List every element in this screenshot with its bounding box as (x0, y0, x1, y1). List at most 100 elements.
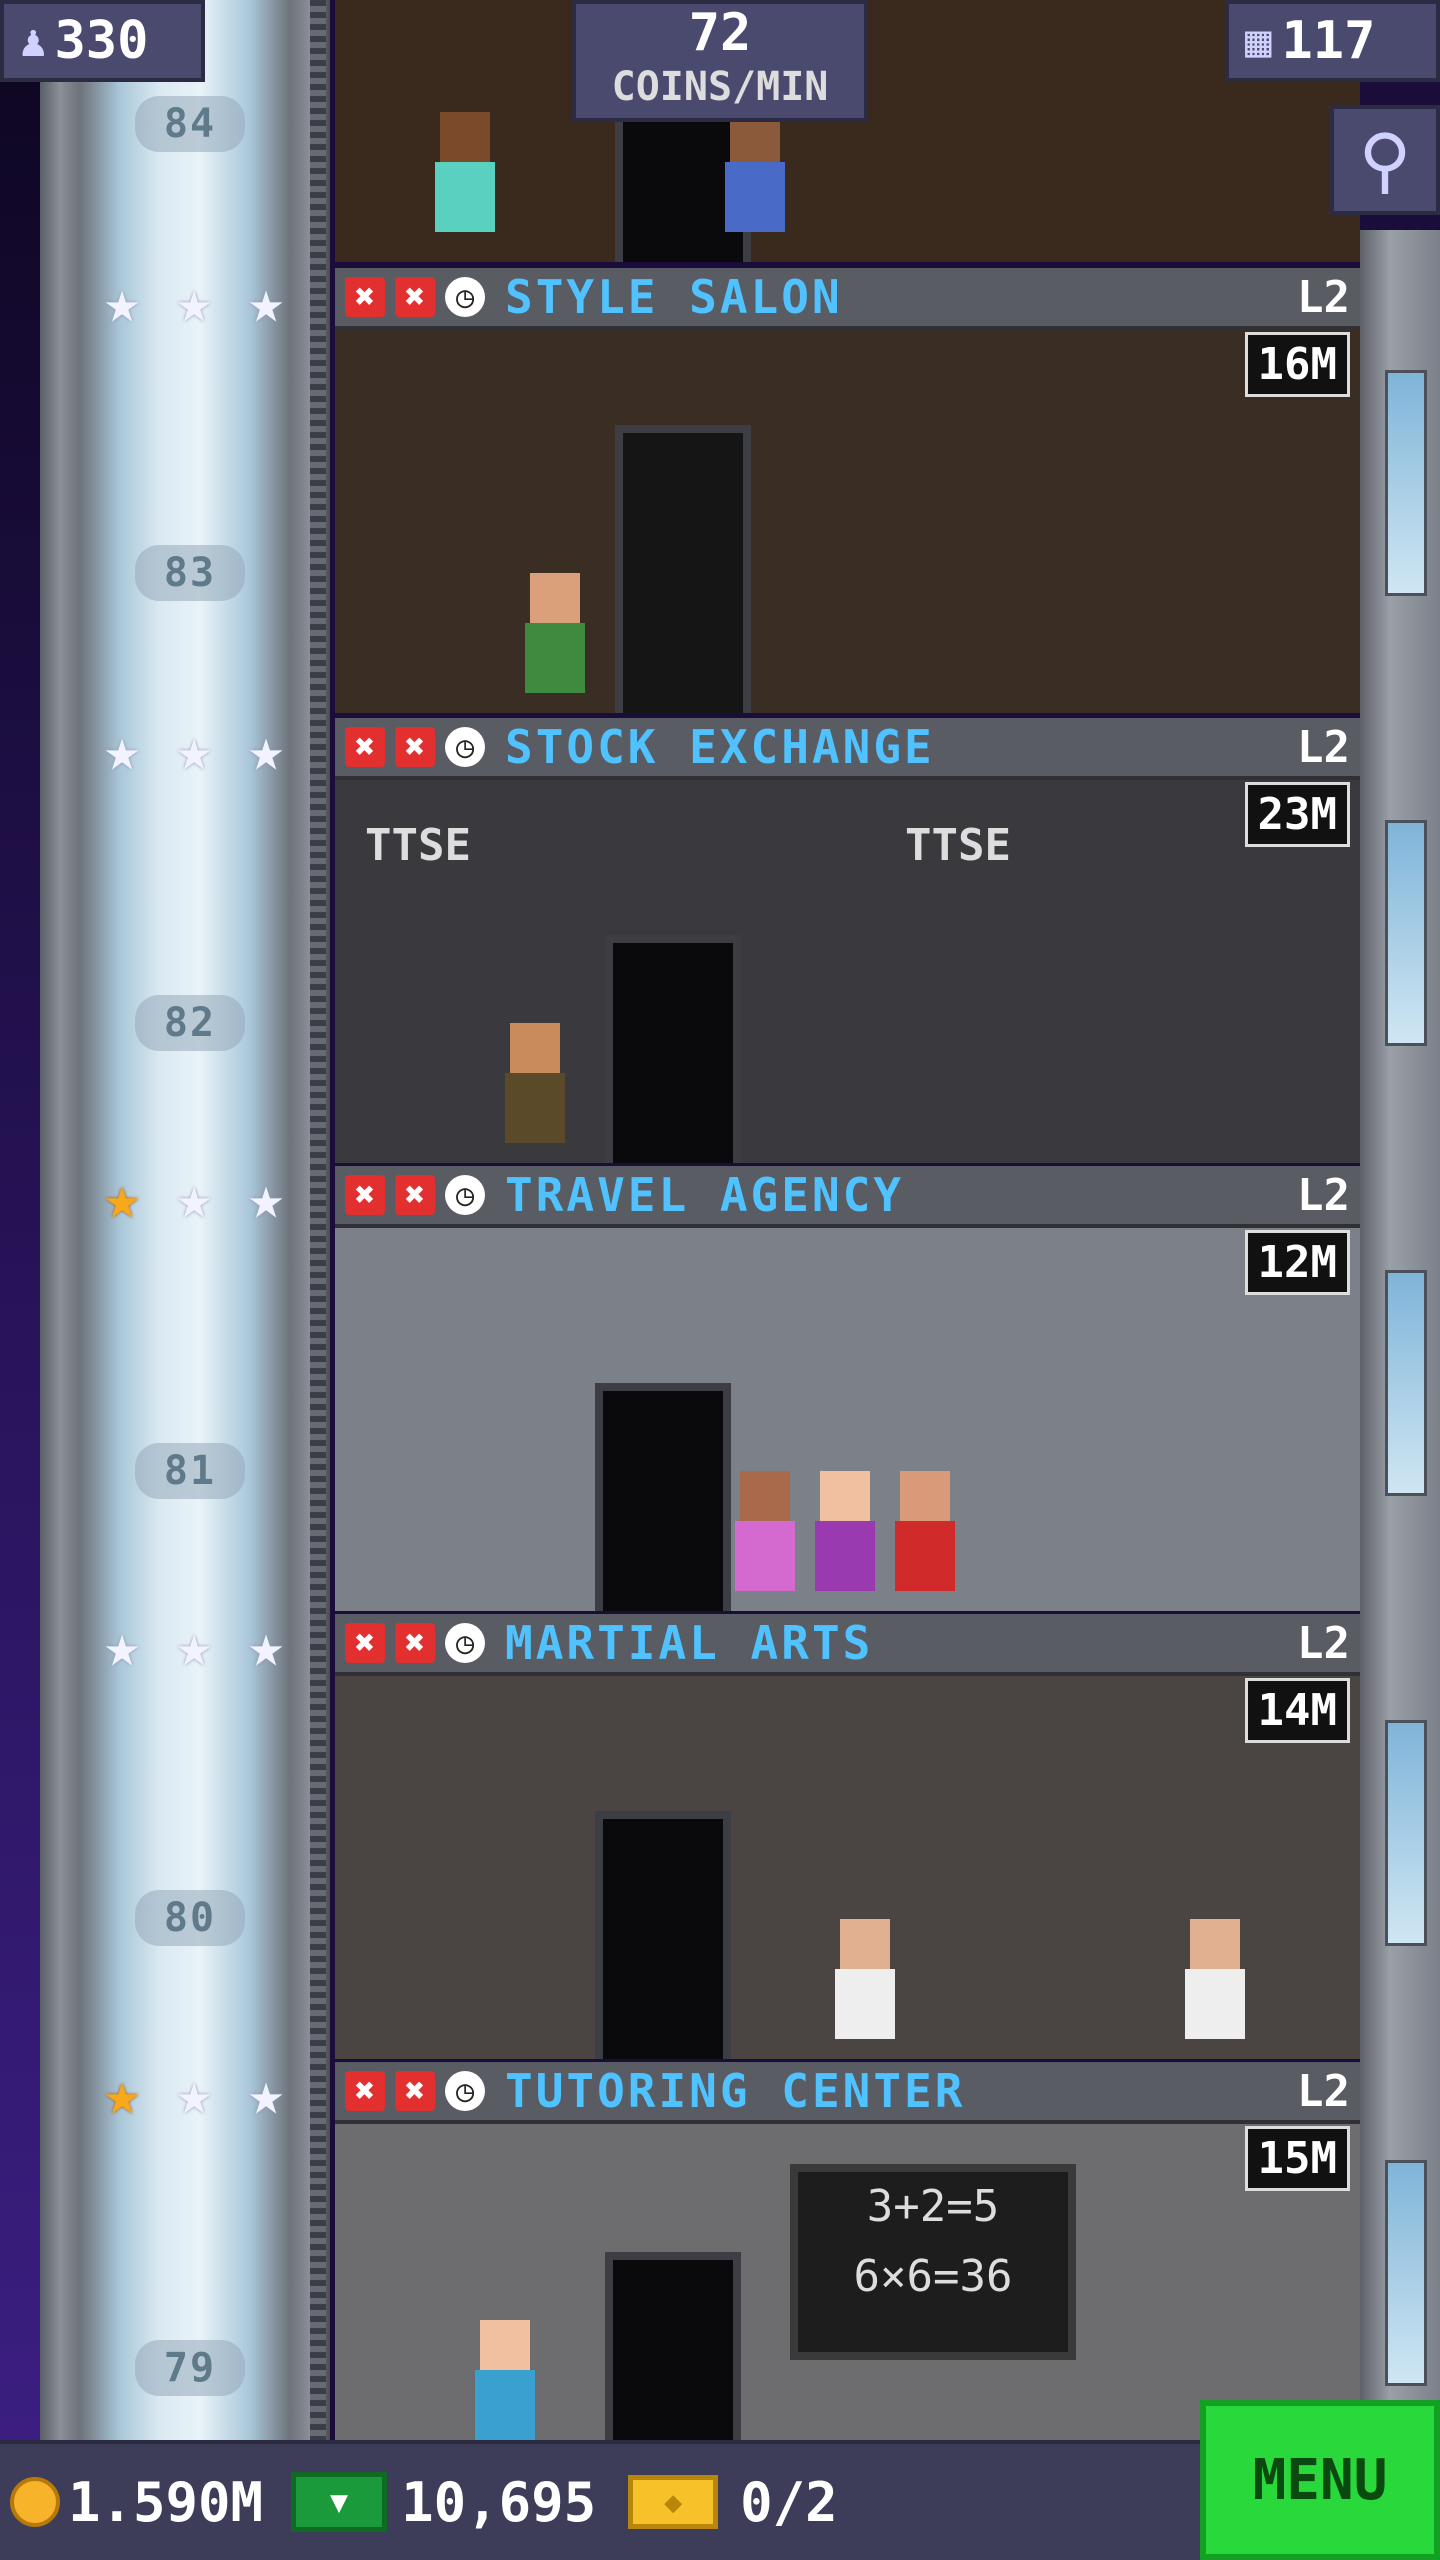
room-name: STOCK EXCHANGE (505, 720, 935, 774)
star-icon: ★ (247, 715, 285, 785)
close-icon: ✖ (395, 1623, 435, 1663)
star-icon: ★ (103, 267, 141, 337)
resident[interactable] (435, 112, 495, 232)
coin-rate-unit: COINS/MIN (611, 64, 829, 110)
sign: TTSE (365, 820, 471, 871)
room-martial-arts[interactable]: ✖ ✖ ◷ MARTIAL ARTS L2 14M (335, 1614, 1360, 2059)
close-icon: ✖ (345, 277, 385, 317)
star-icon: ★ (247, 1163, 285, 1233)
population-counter[interactable]: ♟ 330 (0, 0, 205, 82)
door (605, 935, 741, 1163)
star-icon: ★ (103, 2059, 141, 2129)
window (1385, 1720, 1427, 1946)
coin-icon (10, 2477, 60, 2527)
star-rating-style-salon: ★ ★ ★ (92, 272, 296, 332)
board-line: 6×6=36 (853, 2251, 1013, 2302)
floor-number-82: 82 (135, 995, 245, 1051)
worker[interactable] (1185, 1919, 1245, 2039)
star-icon: ★ (175, 1611, 213, 1681)
room-travel-agency[interactable]: ✖ ✖ ◷ TRAVEL AGENCY L2 12M (335, 1166, 1360, 1611)
door (615, 425, 751, 713)
floor-count-value: 117 (1281, 11, 1376, 71)
room-level: L2 (1297, 2066, 1350, 2117)
star-rating-stock-exchange: ★ ★ ★ (92, 720, 296, 780)
worker[interactable] (525, 573, 585, 693)
board-line: 3+2=5 (866, 2181, 1000, 2232)
coin-rate-display: 72 COINS/MIN (572, 0, 868, 122)
room-value: 14M (1244, 1678, 1350, 1743)
room-style-salon[interactable]: ✖ ✖ ◷ STYLE SALON L2 16M (335, 268, 1360, 713)
room-value: 12M (1244, 1230, 1350, 1295)
room-level: L2 (1297, 1170, 1350, 1221)
room-header: ✖ ✖ ◷ STOCK EXCHANGE L2 (335, 718, 1360, 780)
bux-value: 10,695 (401, 2470, 597, 2534)
elevator-rail (310, 0, 326, 2440)
room-level: L2 (1297, 1618, 1350, 1669)
star-icon: ★ (247, 2059, 285, 2129)
resident[interactable] (725, 112, 785, 232)
room-level: L2 (1297, 272, 1350, 323)
search-button[interactable]: ⚲ (1330, 105, 1440, 215)
star-rating-tutoring-center: ★ ★ ★ (92, 2064, 296, 2124)
door (595, 1811, 731, 2059)
room-tutoring-center[interactable]: ✖ ✖ ◷ TUTORING CENTER L2 3+2=5 6×6=36 15… (335, 2062, 1360, 2440)
star-icon: ★ (103, 1163, 141, 1233)
room-name: STYLE SALON (505, 270, 843, 324)
room-header: ✖ ✖ ◷ MARTIAL ARTS L2 (335, 1614, 1360, 1676)
floor-number-81: 81 (135, 1443, 245, 1499)
clock-icon: ◷ (445, 1623, 485, 1663)
clock-icon: ◷ (445, 277, 485, 317)
menu-button[interactable]: MENU (1200, 2400, 1440, 2560)
room-name: TUTORING CENTER (505, 2064, 966, 2118)
bux-icon[interactable]: ▼ (291, 2472, 388, 2532)
close-icon: ✖ (395, 1175, 435, 1215)
floor-number-83: 83 (135, 545, 245, 601)
room-interior (335, 1676, 1360, 2059)
coin-rate-value: 72 (688, 3, 752, 63)
chalkboard: 3+2=5 6×6=36 (790, 2164, 1076, 2360)
close-icon: ✖ (345, 2071, 385, 2111)
clock-icon: ◷ (445, 2071, 485, 2111)
star-icon: ★ (175, 267, 213, 337)
star-icon: ★ (175, 2059, 213, 2129)
worker[interactable] (505, 1023, 565, 1143)
worker[interactable] (835, 1919, 895, 2039)
close-icon: ✖ (395, 727, 435, 767)
window (1385, 1270, 1427, 1496)
sign: TTSE (905, 820, 1011, 871)
door (595, 1383, 731, 1611)
person-icon: ♟ (20, 15, 47, 67)
star-icon: ★ (103, 1611, 141, 1681)
door (605, 2252, 741, 2440)
visitor[interactable] (895, 1471, 955, 1591)
floor-number-80: 80 (135, 1890, 245, 1946)
visitor[interactable] (815, 1471, 875, 1591)
close-icon: ✖ (345, 1175, 385, 1215)
star-icon: ★ (247, 1611, 285, 1681)
window (1385, 820, 1427, 1046)
window (1385, 2160, 1427, 2386)
visitor[interactable] (735, 1471, 795, 1591)
floor-counter[interactable]: ▦ 117 (1225, 0, 1440, 82)
close-icon: ✖ (395, 2071, 435, 2111)
room-value: 23M (1244, 782, 1350, 847)
ticket-icon[interactable]: ◆ (628, 2475, 719, 2529)
close-icon: ✖ (395, 277, 435, 317)
star-icon: ★ (175, 1163, 213, 1233)
room-value: 16M (1244, 332, 1350, 397)
room-header: ✖ ✖ ◷ TUTORING CENTER L2 (335, 2062, 1360, 2124)
room-stock-exchange[interactable]: ✖ ✖ ◷ STOCK EXCHANGE L2 TTSE TTSE 23M (335, 718, 1360, 1163)
clock-icon: ◷ (445, 1175, 485, 1215)
star-rating-martial-arts: ★ ★ ★ (92, 1616, 296, 1676)
star-icon: ★ (175, 715, 213, 785)
room-level: L2 (1297, 722, 1350, 773)
close-icon: ✖ (345, 1623, 385, 1663)
building-icon: ▦ (1245, 15, 1272, 67)
room-interior: TTSE TTSE (335, 780, 1360, 1163)
worker[interactable] (475, 2320, 535, 2440)
room-name: TRAVEL AGENCY (505, 1168, 905, 1222)
room-header: ✖ ✖ ◷ STYLE SALON L2 (335, 268, 1360, 330)
star-icon: ★ (103, 715, 141, 785)
room-value: 15M (1244, 2126, 1350, 2191)
room-interior (335, 1228, 1360, 1611)
